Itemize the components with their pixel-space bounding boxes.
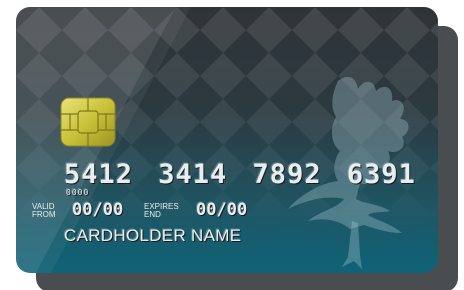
emv-chip-icon <box>60 97 116 147</box>
valid-from-date: 00/00 <box>72 200 124 220</box>
cardholder-name: CARDHOLDER NAME <box>64 226 242 245</box>
valid-from-label-line2: FROM <box>32 210 56 219</box>
valid-from-label: VALID FROM <box>32 203 62 219</box>
expires-label-line2: END <box>144 210 161 219</box>
expires-end-label: EXPIRES END <box>144 203 184 219</box>
card-number: 5412 3414 7892 6391 <box>64 159 416 190</box>
card-small-digits: 0000 <box>66 188 90 197</box>
credit-card: 5412 3414 7892 6391 0000 VALID FROM 00/0… <box>16 7 438 273</box>
expires-end-date: 00/00 <box>196 200 248 220</box>
